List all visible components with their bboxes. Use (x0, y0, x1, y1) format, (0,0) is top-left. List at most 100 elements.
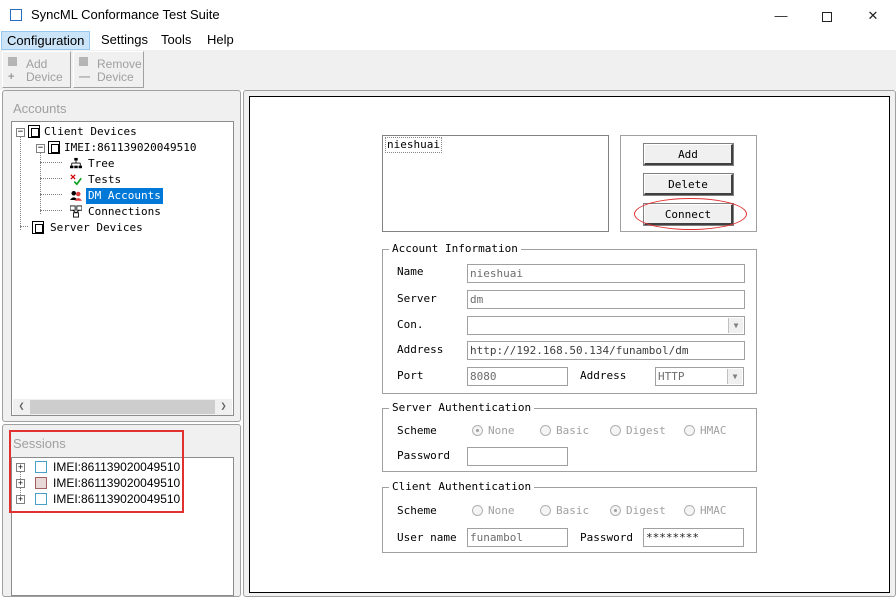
account-actions-group: Add Delete Connect (620, 135, 757, 232)
radio-selected-icon (472, 425, 483, 436)
server-password-field[interactable] (467, 447, 568, 466)
tree-item-label: Tests (88, 173, 122, 186)
minus-icon: — (79, 71, 90, 83)
app-icon (10, 9, 22, 21)
tree-item-connections[interactable]: Connections (12, 204, 232, 220)
server-device-icon (32, 221, 44, 234)
port-label: Port (397, 369, 424, 382)
radio-icon (472, 505, 483, 516)
tree-item-label: DM Accounts (86, 188, 163, 204)
remove-device-label-2: Device (97, 70, 134, 84)
radio-label: Basic (556, 504, 590, 517)
accounts-tree[interactable]: − Client Devices − IMEI:861139020049510 … (11, 121, 234, 416)
server-scheme-digest-radio[interactable]: Digest (610, 424, 666, 438)
menu-tools[interactable]: Tools (155, 31, 197, 50)
scroll-left-icon[interactable]: ❮ (13, 399, 30, 415)
scroll-right-icon[interactable]: ❯ (215, 399, 232, 415)
accounts-form: nieshuai Add Delete Connect Account Info… (249, 96, 890, 593)
con-dropdown[interactable]: ▼ (467, 316, 745, 335)
server-password-label: Password (397, 449, 450, 462)
add-device-button[interactable]: + Add Device (2, 51, 71, 88)
plus-icon: + (8, 71, 15, 83)
connections-icon (70, 205, 82, 218)
close-button[interactable]: ✕ (850, 0, 896, 31)
server-scheme-label: Scheme (397, 424, 437, 437)
delete-button[interactable]: Delete (644, 174, 733, 195)
address-field[interactable]: http://192.168.50.134/funambol/dm (467, 341, 745, 360)
add-button[interactable]: Add (644, 144, 733, 165)
tree-item-tests[interactable]: Tests (12, 172, 232, 188)
device-icon (79, 57, 88, 66)
radio-icon (540, 505, 551, 516)
tree-item-label: IMEI:861139020049510 (64, 141, 197, 154)
tree-item-dm-accounts[interactable]: DM Accounts (12, 188, 232, 204)
tests-check-icon (70, 174, 82, 186)
accounts-panel-title: Accounts (13, 101, 67, 116)
address-label: Address (397, 343, 444, 356)
tree-item-device[interactable]: − IMEI:861139020049510 (12, 140, 232, 156)
port-field[interactable]: 8080 (467, 367, 568, 386)
radio-icon (540, 425, 551, 436)
collapse-icon[interactable]: − (16, 128, 25, 137)
client-authentication-group: Client Authentication Scheme None Basic … (382, 480, 757, 553)
client-scheme-hmac-radio[interactable]: HMAC (684, 504, 727, 518)
client-password-label: Password (580, 531, 633, 544)
tree-item-server-devices[interactable]: Server Devices (12, 220, 232, 236)
client-password-field[interactable]: ******** (643, 528, 744, 547)
name-label: Name (397, 265, 424, 278)
client-scheme-none-radio[interactable]: None (472, 504, 515, 518)
menu-bar: Configuration Settings Tools Help (0, 31, 896, 50)
account-list[interactable]: nieshuai (382, 135, 609, 232)
horizontal-scrollbar[interactable]: ❮ ❯ (13, 399, 232, 415)
tree-item-label: Tree (88, 157, 115, 170)
radio-label: HMAC (700, 424, 727, 437)
collapse-icon[interactable]: − (36, 144, 45, 153)
device-icon (8, 57, 17, 66)
sessions-highlight (9, 430, 184, 513)
radio-icon (610, 425, 621, 436)
username-label: User name (397, 531, 457, 544)
menu-help[interactable]: Help (201, 31, 240, 50)
menu-settings[interactable]: Settings (95, 31, 154, 50)
radio-selected-icon (610, 505, 621, 516)
tree-item-client-devices[interactable]: − Client Devices (12, 124, 232, 140)
radio-label: HMAC (700, 504, 727, 517)
remove-device-button[interactable]: — Remove Device (73, 51, 144, 88)
tree-item-label: Connections (88, 205, 161, 218)
radio-label: None (488, 504, 515, 517)
title-bar: SyncML Conformance Test Suite — ✕ (0, 0, 896, 31)
toolbar: + Add Device — Remove Device (0, 50, 896, 90)
client-scheme-label: Scheme (397, 504, 437, 517)
address-type-dropdown[interactable]: HTTP ▼ (655, 367, 744, 386)
server-label: Server (397, 292, 437, 305)
username-field[interactable]: funambol (467, 528, 568, 547)
address-type-value: HTTP (658, 370, 685, 383)
tree-item-tree[interactable]: Tree (12, 156, 232, 172)
connect-highlight (634, 198, 747, 230)
server-scheme-basic-radio[interactable]: Basic (540, 424, 589, 438)
scrollbar-thumb[interactable] (30, 400, 215, 414)
account-information-group: Account Information Name nieshuai Server… (382, 242, 757, 394)
chevron-down-icon[interactable]: ▼ (727, 369, 742, 384)
chevron-down-icon[interactable]: ▼ (728, 318, 743, 333)
server-scheme-hmac-radio[interactable]: HMAC (684, 424, 727, 438)
server-authentication-title: Server Authentication (389, 401, 535, 415)
maximize-button[interactable] (804, 0, 850, 31)
tree-item-label: Client Devices (44, 125, 137, 138)
window-title: SyncML Conformance Test Suite (31, 7, 220, 22)
radio-icon (684, 425, 695, 436)
menu-configuration[interactable]: Configuration (1, 31, 91, 50)
client-scheme-basic-radio[interactable]: Basic (540, 504, 589, 518)
radio-label: Digest (626, 504, 666, 517)
device-icon (28, 125, 40, 138)
server-scheme-none-radio[interactable]: None (472, 424, 515, 438)
radio-label: None (488, 424, 515, 437)
minimize-button[interactable]: — (758, 0, 804, 31)
account-list-item[interactable]: nieshuai (385, 137, 442, 153)
client-scheme-digest-radio[interactable]: Digest (610, 504, 666, 518)
con-label: Con. (397, 318, 424, 331)
maximize-icon (822, 11, 832, 22)
server-field[interactable]: dm (467, 290, 745, 309)
name-field[interactable]: nieshuai (467, 264, 745, 283)
radio-label: Basic (556, 424, 590, 437)
